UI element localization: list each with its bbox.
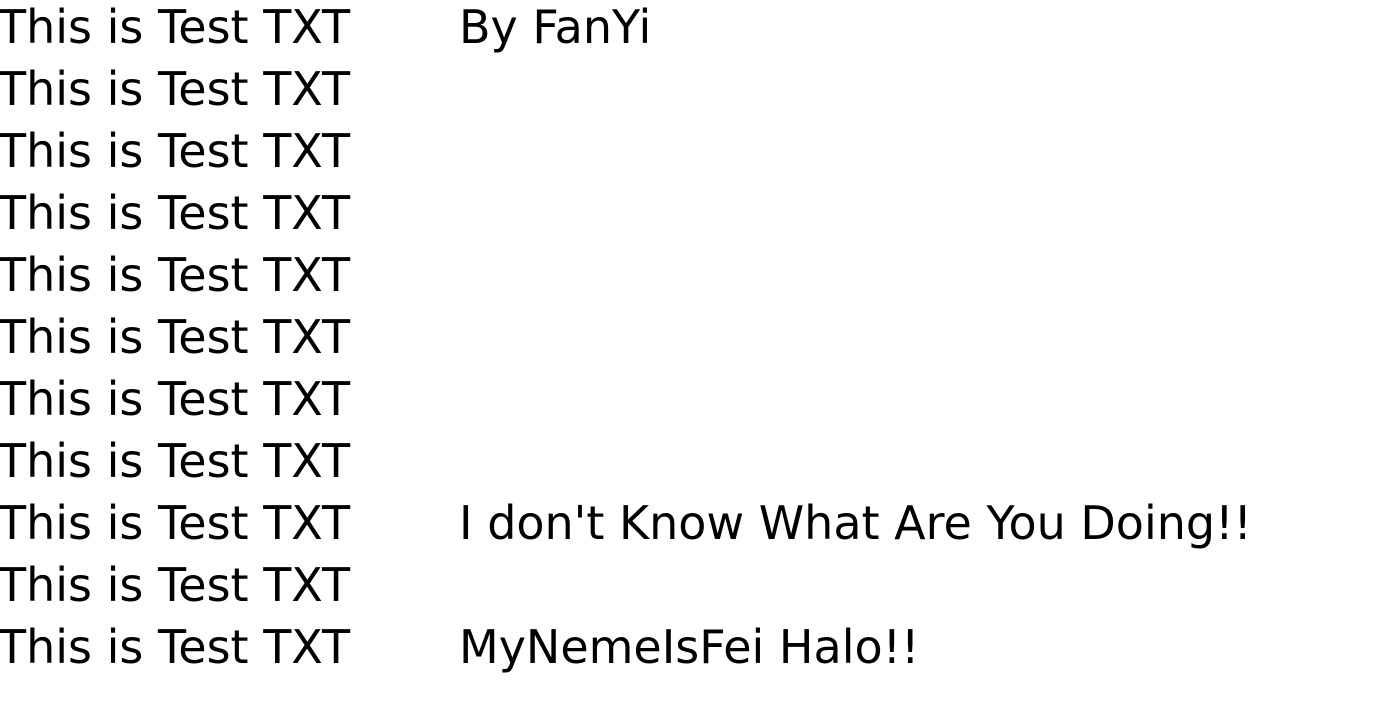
text-line: This is Test TXT By FanYi [0, 0, 1376, 58]
text-line: This is Test TXT [0, 430, 1376, 492]
text-line: This is Test TXT [0, 58, 1376, 120]
line-right-text: MyNemeIsFei Halo!! [459, 620, 920, 674]
line-left-text: This is Test TXT [0, 0, 351, 54]
line-left-text: This is Test TXT [0, 558, 351, 612]
text-line: This is Test TXT [0, 120, 1376, 182]
line-left-text: This is Test TXT [0, 620, 351, 674]
text-line: This is Test TXT [0, 554, 1376, 616]
line-right-text: I don't Know What Are You Doing!! [459, 496, 1252, 550]
line-right-text: By FanYi [459, 0, 652, 54]
text-line: This is Test TXT [0, 182, 1376, 244]
line-left-text: This is Test TXT [0, 310, 351, 364]
line-left-text: This is Test TXT [0, 248, 351, 302]
text-line: This is Test TXT [0, 306, 1376, 368]
text-document: This is Test TXT By FanYi This is Test T… [0, 0, 1376, 720]
line-left-text: This is Test TXT [0, 372, 351, 426]
line-left-text: This is Test TXT [0, 186, 351, 240]
line-left-text: This is Test TXT [0, 62, 351, 116]
line-left-text: This is Test TXT [0, 124, 351, 178]
line-left-text: This is Test TXT [0, 434, 351, 488]
text-line: This is Test TXT [0, 244, 1376, 306]
text-line: This is Test TXT [0, 368, 1376, 430]
text-line: This is Test TXT MyNemeIsFei Halo!! [0, 616, 1376, 678]
line-left-text: This is Test TXT [0, 496, 351, 550]
text-line: This is Test TXT I don't Know What Are Y… [0, 492, 1376, 554]
